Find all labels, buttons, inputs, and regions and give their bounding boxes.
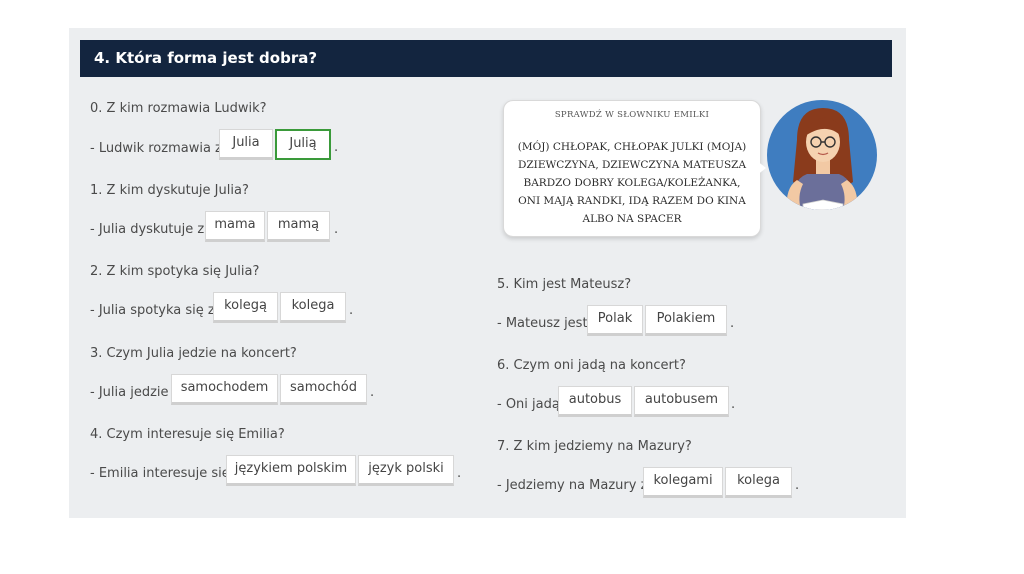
exercise-header: 4. Która forma jest dobra? (80, 40, 892, 77)
period-6: . (731, 397, 736, 412)
question-6: 6. Czym oni jadą na koncert? (497, 358, 686, 373)
option-0-0[interactable]: Julia (219, 129, 273, 160)
option-7-0[interactable]: kolegami (643, 467, 723, 498)
bubble-title: SPRAWDŹ W SŁOWNIKU EMILKI (554, 110, 710, 120)
question-0: 0. Z kim rozmawia Ludwik? (90, 101, 267, 116)
period-5: . (730, 316, 735, 331)
exercise-title: 4. Która forma jest dobra? (94, 49, 318, 67)
question-5: 5. Kim jest Mateusz? (497, 277, 632, 292)
option-1-0[interactable]: mama (205, 211, 265, 242)
answer-prefix-6: - Oni jadą (497, 397, 560, 412)
answer-prefix-0: - Ludwik rozmawia z (90, 141, 222, 156)
option-4-1[interactable]: język polski (358, 455, 454, 486)
answer-prefix-5: - Mateusz jest (497, 316, 588, 331)
answer-prefix-4: - Emilia interesuje się (90, 466, 230, 481)
option-6-1[interactable]: autobusem (634, 386, 729, 417)
period-4: . (457, 466, 462, 481)
period-3: . (370, 385, 375, 400)
question-1: 1. Z kim dyskutuje Julia? (90, 183, 249, 198)
option-2-1[interactable]: kolega (280, 292, 346, 323)
period-7: . (795, 478, 800, 493)
option-2-0[interactable]: kolegą (213, 292, 278, 323)
option-7-1[interactable]: kolega (725, 467, 792, 498)
bubble-line-2: DZIEWCZYNA, DZIEWCZYNA MATEUSZA (517, 159, 747, 171)
option-0-1[interactable]: Julią (275, 129, 331, 160)
period-2: . (349, 303, 354, 318)
period-0: . (334, 140, 339, 155)
bubble-line-5: ALBO NA SPACER (582, 213, 682, 225)
bubble-tail (756, 160, 766, 176)
option-5-0[interactable]: Polak (587, 305, 643, 336)
option-1-1[interactable]: mamą (267, 211, 330, 242)
dictionary-bubble: SPRAWDŹ W SŁOWNIKU EMILKI (MÓJ) CHŁOPAK,… (503, 100, 761, 237)
period-1: . (334, 222, 339, 237)
question-4: 4. Czym interesuje się Emilia? (90, 427, 285, 442)
emilka-avatar-icon (767, 100, 877, 210)
question-7: 7. Z kim jedziemy na Mazury? (497, 439, 692, 454)
question-3: 3. Czym Julia jedzie na koncert? (90, 346, 297, 361)
option-3-0[interactable]: samochodem (171, 374, 278, 405)
bubble-line-4: ONI MAJĄ RANDKI, IDĄ RAZEM DO KINA (518, 195, 746, 207)
option-6-0[interactable]: autobus (558, 386, 632, 417)
option-4-0[interactable]: językiem polskim (226, 455, 356, 486)
option-5-1[interactable]: Polakiem (645, 305, 727, 336)
answer-prefix-7: - Jedziemy na Mazury z (497, 478, 648, 493)
answer-prefix-3: - Julia jedzie (90, 385, 169, 400)
option-3-1[interactable]: samochód (280, 374, 367, 405)
bubble-line-3: BARDZO DOBRY KOLEGA/KOLEŻANKA, (523, 177, 741, 189)
answer-prefix-2: - Julia spotyka się z (90, 303, 215, 318)
answer-prefix-1: - Julia dyskutuje z (90, 222, 205, 237)
bubble-line-1: (MÓJ) CHŁOPAK, CHŁOPAK JULKI (MOJA) (517, 141, 747, 153)
question-2: 2. Z kim spotyka się Julia? (90, 264, 260, 279)
